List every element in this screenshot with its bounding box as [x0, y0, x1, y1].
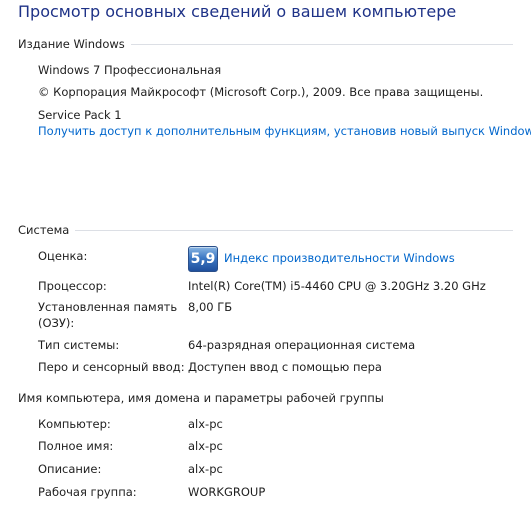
- workgroup-label: Рабочая группа:: [38, 485, 137, 499]
- description-label: Описание:: [38, 462, 102, 476]
- system-type-label: Тип системы:: [38, 338, 120, 352]
- performance-index-link[interactable]: Индекс производительности Windows: [224, 251, 455, 265]
- memory-label-line1: Установленная память: [38, 300, 178, 314]
- edition-name: Windows 7 Профессиональная: [38, 63, 222, 77]
- performance-score-badge[interactable]: 5,9: [188, 246, 218, 272]
- service-pack: Service Pack 1: [38, 108, 122, 122]
- system-type-value: 64-разрядная операционная система: [188, 338, 416, 352]
- memory-label-line2: (ОЗУ):: [38, 316, 75, 330]
- pen-touch-label: Перо и сенсорный ввод:: [38, 360, 185, 374]
- divider: [130, 43, 513, 45]
- section-title-edition: Издание Windows: [18, 37, 125, 51]
- section-title-system: Система: [18, 223, 70, 237]
- computer-name-value: alx-pc: [188, 417, 223, 431]
- pen-touch-value: Доступен ввод с помощью пера: [188, 360, 382, 374]
- computer-name-label: Компьютер:: [38, 417, 111, 431]
- rating-label: Оценка:: [38, 249, 88, 263]
- workgroup-value: WORKGROUP: [188, 485, 266, 499]
- description-value: alx-pc: [188, 462, 223, 476]
- page-title: Просмотр основных сведений о вашем компь…: [18, 2, 457, 21]
- processor-value: Intel(R) Core(TM) i5-4460 CPU @ 3.20GHz …: [188, 279, 486, 293]
- section-title-computer: Имя компьютера, имя домена и параметры р…: [18, 391, 384, 405]
- processor-label: Процессор:: [38, 279, 107, 293]
- section-header-computer: Имя компьютера, имя домена и параметры р…: [18, 390, 384, 406]
- divider: [75, 229, 513, 231]
- section-header-system: Система: [18, 222, 513, 238]
- memory-value: 8,00 ГБ: [188, 300, 233, 314]
- full-name-value: alx-pc: [188, 439, 223, 453]
- section-header-edition: Издание Windows: [18, 36, 513, 52]
- upgrade-windows-link[interactable]: Получить доступ к дополнительным функция…: [38, 124, 531, 138]
- edition-copyright: © Корпорация Майкрософт (Microsoft Corp.…: [38, 85, 484, 99]
- full-name-label: Полное имя:: [38, 439, 114, 453]
